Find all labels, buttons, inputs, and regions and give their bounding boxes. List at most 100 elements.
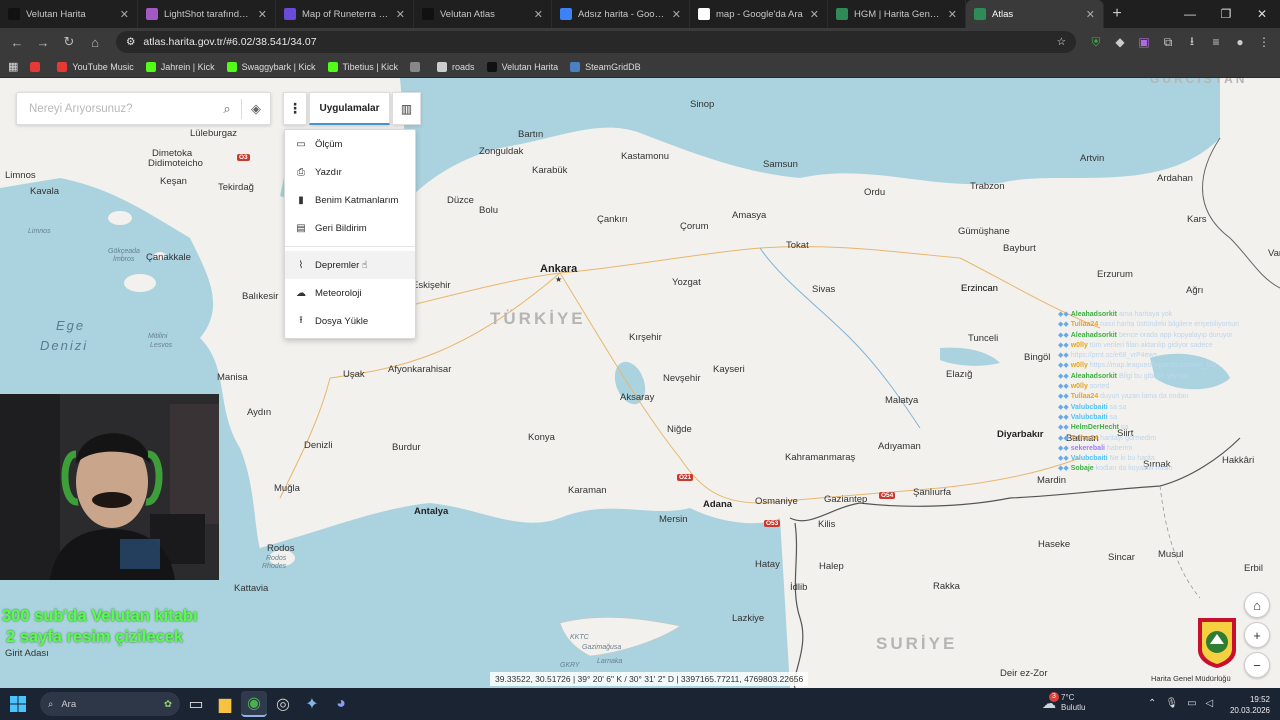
city-label[interactable]: Kattavia [234, 583, 268, 594]
city-label[interactable]: Lazkiye [732, 613, 764, 624]
tab-close-icon[interactable]: ✕ [534, 8, 543, 21]
tab-close-icon[interactable]: ✕ [810, 8, 819, 21]
city-label[interactable]: Kırşehir [629, 332, 662, 343]
city-label[interactable]: Kilis [818, 519, 835, 530]
city-label[interactable]: Ordu [864, 187, 885, 198]
city-label[interactable]: Malatya [885, 395, 918, 406]
city-label[interactable]: Muğla [274, 483, 300, 494]
city-label[interactable]: Elazığ [946, 369, 972, 380]
bookmark-item[interactable]: YouTube Music [57, 61, 134, 72]
city-label[interactable]: Uşak [343, 369, 365, 380]
locate-icon[interactable]: ◈ [242, 92, 270, 125]
zoom-in-icon[interactable]: + [1244, 622, 1270, 648]
tab-close-icon[interactable]: ✕ [948, 8, 957, 21]
tab-close-icon[interactable]: ✕ [396, 8, 405, 21]
chrome-taskbar-icon[interactable]: ◉ [241, 691, 267, 717]
city-label[interactable]: Kahramanmaraş [785, 452, 855, 463]
menu-item-upload[interactable]: ⭱ Dosya Yükle [285, 307, 415, 335]
browser-tab[interactable]: Atlas ✕ [966, 0, 1104, 28]
map-layers-icon[interactable]: ▥ [392, 92, 421, 125]
city-label[interactable]: Çankırı [597, 214, 628, 225]
bookmark-item[interactable] [30, 61, 45, 72]
city-label[interactable]: Denizli [304, 440, 333, 451]
city-label[interactable]: Girit Adası [5, 648, 49, 659]
microphone-icon[interactable]: 🎙 [1165, 698, 1178, 709]
new-tab-button[interactable]: + [1104, 0, 1130, 28]
city-label[interactable]: Burdur [392, 442, 421, 453]
city-label-adana[interactable]: Adana [703, 499, 732, 510]
city-label[interactable]: Aksaray [620, 392, 654, 403]
city-label[interactable]: Keşan [160, 176, 187, 187]
close-window-icon[interactable]: ✕ [1244, 0, 1280, 28]
map-view[interactable]: TÜRKİYE SURİYE GÜRCİSTAN Ege Denizi Anka… [0, 78, 1280, 688]
chevron-up-icon[interactable]: ⌃ [1148, 698, 1156, 709]
menu-icon[interactable]: ⋮ [1254, 32, 1274, 52]
city-label[interactable]: Musul [1158, 549, 1183, 560]
city-label[interactable]: Osmaniye [755, 496, 798, 507]
city-label-antalya[interactable]: Antalya [414, 506, 448, 517]
city-label-diyarbakir[interactable]: Diyarbakır [997, 429, 1043, 440]
city-label[interactable]: Rakka [933, 581, 960, 592]
city-label[interactable]: Tunceli [968, 333, 998, 344]
extension-diamond-icon[interactable]: ◆ [1110, 32, 1130, 52]
city-label[interactable]: Balıkesir [242, 291, 278, 302]
bookmark-item[interactable]: Jahrein | Kick [145, 61, 215, 72]
city-label[interactable]: Bartın [518, 129, 543, 140]
forward-icon[interactable]: → [32, 31, 54, 53]
city-label[interactable]: Afyonkarahisar [388, 364, 451, 375]
city-label[interactable]: Tekirdağ [218, 182, 254, 193]
menu-item-measure[interactable]: ▭ Ölçüm [285, 130, 415, 158]
city-label[interactable]: Aydın [247, 407, 271, 418]
city-label[interactable]: Çanakkale [146, 252, 191, 263]
bookmark-item[interactable] [410, 61, 425, 72]
zoom-out-icon[interactable]: − [1244, 652, 1270, 678]
extensions-icon[interactable]: ⧉ [1158, 32, 1178, 52]
menu-item-weather[interactable]: ☁ Meteoroloji [285, 279, 415, 307]
city-label[interactable]: Lüleburgaz [190, 128, 237, 139]
city-label[interactable]: Düzce [447, 195, 474, 206]
browser-tab[interactable]: Adsız harita - Google Ear ✕ [552, 0, 690, 28]
apps-grid-icon[interactable]: ▦ [8, 60, 18, 73]
tab-close-icon[interactable]: ✕ [1086, 8, 1095, 21]
city-label[interactable]: Niğde [667, 424, 692, 435]
city-label[interactable]: Bolu [479, 205, 498, 216]
url-text[interactable]: atlas.harita.gov.tr/#6.02/38.541/34.07 [143, 36, 1048, 48]
extension-twitch-icon[interactable]: ▣ [1134, 32, 1154, 52]
city-label[interactable]: Kastamonu [621, 151, 669, 162]
city-label[interactable]: Nevşehir [663, 373, 701, 384]
city-label[interactable]: Manisa [217, 372, 248, 383]
app-taskbar-icon[interactable]: ✦ [299, 691, 325, 717]
weather-widget[interactable]: ☁ 3 7°C Bulutlu [1042, 692, 1085, 713]
city-label[interactable]: Mersin [659, 514, 688, 525]
city-label[interactable]: Rodos [267, 543, 294, 554]
city-label[interactable]: Mardin [1037, 475, 1066, 486]
city-label[interactable]: Gümüşhane [958, 226, 1010, 237]
city-label[interactable]: Ağrı [1186, 285, 1203, 296]
city-label[interactable]: Van [1268, 248, 1280, 259]
city-label[interactable]: İdlib [790, 582, 807, 593]
city-label[interactable]: Deir ez-Zor [1000, 668, 1048, 679]
city-label[interactable]: Zonguldak [479, 146, 523, 157]
city-label[interactable]: Erzurum [1097, 269, 1133, 280]
extension-shield-icon[interactable]: ⛨ [1086, 32, 1106, 52]
tab-close-icon[interactable]: ✕ [672, 8, 681, 21]
browser-tab[interactable]: Velutan Atlas ✕ [414, 0, 552, 28]
menu-item-print[interactable]: ⎙ Yazdır [285, 158, 415, 186]
task-view-icon[interactable]: ▭ [183, 691, 209, 717]
city-label-ankara[interactable]: Ankara [540, 263, 577, 275]
city-label[interactable]: Trabzon [970, 181, 1005, 192]
city-label[interactable]: Kavala [30, 186, 59, 197]
menu-item-earthquakes[interactable]: ⌇ Depremler ☝ [285, 251, 415, 279]
city-label[interactable]: Haseke [1038, 539, 1070, 550]
browser-tab[interactable]: HGM | Harita Genel Müdü ✕ [828, 0, 966, 28]
search-input[interactable] [17, 102, 213, 115]
download-icon[interactable]: ⭳ [1182, 32, 1202, 52]
bookmark-item[interactable]: SteamGridDB [570, 61, 641, 72]
maximize-icon[interactable]: ❐ [1208, 0, 1244, 28]
home-extent-icon[interactable]: ⌂ [1244, 592, 1270, 618]
city-label[interactable]: Konya [528, 432, 555, 443]
profile-avatar[interactable]: ● [1230, 32, 1250, 52]
city-label[interactable]: Samsun [763, 159, 798, 170]
volume-icon[interactable]: ◁ [1206, 698, 1214, 709]
more-options-icon[interactable]: ⋮ [283, 92, 307, 125]
